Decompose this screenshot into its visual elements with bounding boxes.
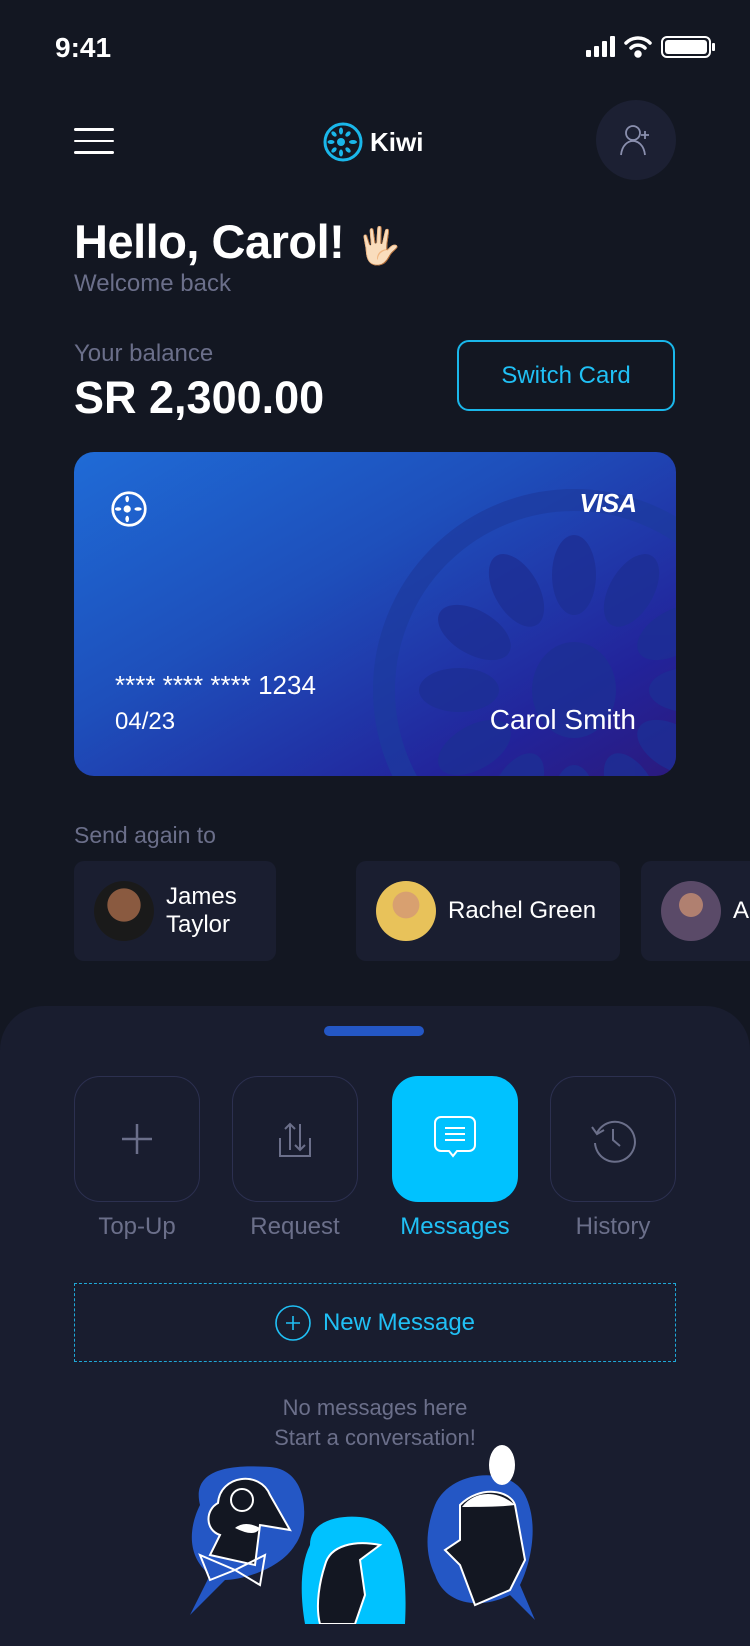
history-button[interactable] <box>550 1076 676 1202</box>
menu-button[interactable] <box>74 128 114 154</box>
balance-label: Your balance <box>74 340 214 367</box>
person-bubble-right-icon <box>427 1445 535 1620</box>
avatar <box>376 881 436 941</box>
message-icon <box>434 1116 476 1158</box>
new-message-button[interactable]: New Message <box>74 1283 676 1362</box>
card-number: **** **** **** 1234 <box>115 670 316 700</box>
battery-icon <box>661 36 715 58</box>
add-user-button[interactable] <box>596 100 676 180</box>
top-up-label: Top-Up <box>98 1213 176 1240</box>
messages-label: Messages <box>400 1213 510 1240</box>
history-icon <box>591 1120 636 1163</box>
avatar <box>94 881 154 941</box>
request-button[interactable] <box>232 1076 358 1202</box>
contact-rachel-green[interactable]: Rachel Green <box>356 861 620 961</box>
contact-james-taylor[interactable]: James Taylor <box>74 861 276 961</box>
messages-button[interactable] <box>392 1076 518 1202</box>
top-up-button[interactable] <box>74 1076 200 1202</box>
contact-name: Rachel Green <box>448 897 597 924</box>
card-expiry: 04/23 <box>115 708 176 735</box>
kiwi-logo-icon <box>323 122 363 162</box>
bank-card[interactable]: VISA **** **** **** 1234 04/23 Carol Smi… <box>74 452 676 776</box>
history-label: History <box>575 1213 651 1240</box>
chat-people-illustration <box>190 1445 535 1624</box>
contact-partial[interactable]: Ad <box>641 861 750 961</box>
signal-icon <box>586 36 615 57</box>
contact-name: James Taylor <box>166 883 237 938</box>
request-label: Request <box>250 1213 340 1240</box>
visa-logo: VISA <box>579 488 637 518</box>
transfer-icon <box>279 1122 311 1157</box>
brand-name: Kiwi <box>370 126 424 157</box>
card-kiwi-logo-icon <box>111 491 147 527</box>
status-icons <box>586 36 715 58</box>
send-again-label: Send again to <box>74 822 216 848</box>
person-bubble-left-icon <box>190 1466 305 1615</box>
plus-circle-icon <box>275 1304 311 1341</box>
new-message-label: New Message <box>322 1308 476 1336</box>
card-holder: Carol Smith <box>489 704 636 735</box>
status-time: 9:41 <box>55 32 112 63</box>
greeting-subtitle: Welcome back <box>74 270 231 297</box>
add-user-icon <box>620 125 649 156</box>
avatar <box>661 881 721 941</box>
balance-amount: SR 2,300.00 <box>74 372 325 423</box>
greeting-title: Hello, Carol! 🖐🏻 <box>74 215 402 268</box>
person-bubble-middle-icon <box>301 1516 406 1624</box>
wifi-icon <box>624 36 652 58</box>
contact-name: Ad <box>733 897 750 924</box>
sheet-drag-handle[interactable] <box>324 1026 424 1036</box>
brand-logo: Kiwi <box>322 120 423 164</box>
switch-card-button[interactable]: Switch Card <box>457 340 675 411</box>
empty-state-title: No messages here <box>282 1395 468 1420</box>
wave-emoji-icon: 🖐🏻 <box>356 225 402 266</box>
plus-icon <box>122 1124 152 1154</box>
